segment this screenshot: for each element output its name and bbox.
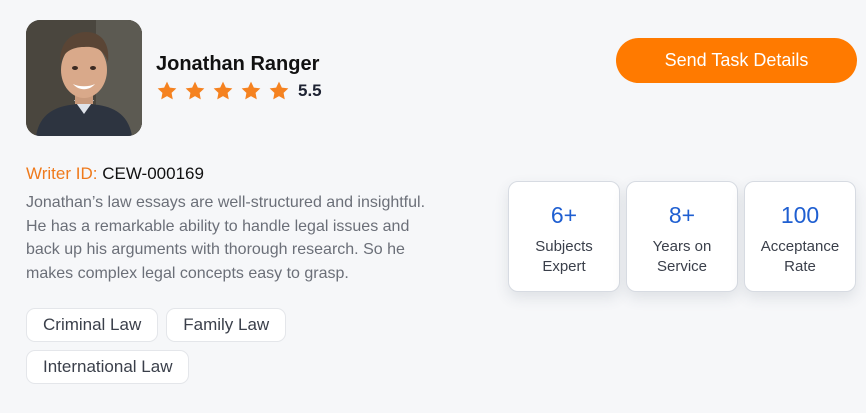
stat-value: 100 bbox=[780, 202, 820, 228]
tag-criminal-law[interactable]: Criminal Law bbox=[26, 308, 159, 342]
person-photo-icon bbox=[26, 20, 142, 136]
stat-value: 6+ bbox=[550, 202, 578, 228]
send-task-details-button[interactable]: Send Task Details bbox=[616, 38, 857, 83]
star-icon bbox=[212, 80, 234, 102]
star-icon bbox=[240, 80, 262, 102]
stat-label-line: Expert bbox=[542, 257, 586, 275]
star-icon bbox=[184, 80, 206, 102]
star-icon bbox=[268, 80, 290, 102]
stat-card-years: 8+ Years on Service bbox=[626, 181, 738, 292]
stat-label-line: Subjects bbox=[535, 238, 593, 255]
stat-value: 8+ bbox=[668, 202, 696, 228]
stat-label-line: Service bbox=[656, 257, 708, 275]
stat-label: Years on Service bbox=[627, 237, 737, 276]
subject-tags: Criminal Law Family Law International La… bbox=[26, 308, 346, 384]
stat-label-line: Years on bbox=[652, 238, 712, 255]
writer-name: Jonathan Ranger bbox=[156, 53, 320, 75]
rating: 5.5 bbox=[156, 80, 322, 102]
stat-card-acceptance: 100 Acceptance Rate bbox=[744, 181, 856, 292]
writer-avatar bbox=[26, 20, 142, 136]
writer-id: Writer ID: CEW-000169 bbox=[26, 164, 204, 184]
stat-label: Acceptance Rate bbox=[745, 237, 855, 276]
tag-international-law[interactable]: International Law bbox=[26, 350, 190, 384]
stat-label-line: Acceptance bbox=[760, 238, 840, 255]
writer-id-value: CEW-000169 bbox=[102, 164, 204, 183]
stat-label: Subjects Expert bbox=[509, 237, 619, 276]
stat-label-line: Rate bbox=[784, 257, 816, 275]
writer-bio: Jonathan’s law essays are well-structure… bbox=[26, 194, 426, 282]
rating-value: 5.5 bbox=[298, 81, 322, 100]
writer-id-label: Writer ID: bbox=[26, 164, 98, 183]
writer-stats: 6+ Subjects Expert 8+ Years on Service 1… bbox=[508, 181, 856, 292]
stat-card-subjects: 6+ Subjects Expert bbox=[508, 181, 620, 292]
star-icon bbox=[156, 80, 178, 102]
tag-family-law[interactable]: Family Law bbox=[166, 308, 287, 342]
